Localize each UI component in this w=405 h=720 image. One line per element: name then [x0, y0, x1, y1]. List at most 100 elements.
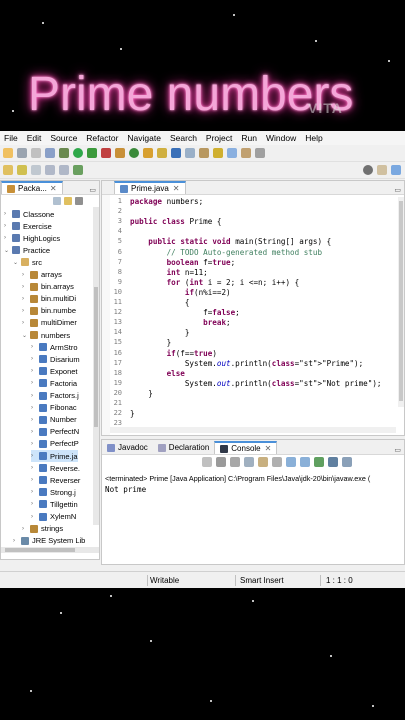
- tree-item[interactable]: › Tillgettin: [31, 498, 78, 510]
- chevron-right-icon[interactable]: ›: [31, 441, 38, 447]
- previous-annotation-icon[interactable]: [17, 165, 27, 175]
- minimize-icon[interactable]: ▭: [394, 186, 401, 194]
- chevron-right-icon[interactable]: ›: [22, 272, 29, 278]
- run-icon[interactable]: [73, 148, 83, 158]
- tree-item[interactable]: › bin.arrays: [22, 281, 74, 293]
- chevron-right-icon[interactable]: ›: [31, 514, 38, 520]
- tree-item[interactable]: ⌄ numbers: [22, 329, 70, 341]
- editor-scrollbar[interactable]: [398, 197, 404, 407]
- collapse-all-icon[interactable]: [53, 197, 61, 205]
- tab-declaration[interactable]: Declaration: [153, 441, 214, 454]
- menu-search[interactable]: Search: [170, 133, 197, 143]
- menu-help[interactable]: Help: [305, 133, 322, 143]
- tab-package-explorer[interactable]: Packa... ✕: [1, 181, 63, 194]
- chevron-right-icon[interactable]: ›: [31, 393, 38, 399]
- java-perspective-icon[interactable]: [391, 165, 401, 175]
- word-wrap-icon[interactable]: [272, 457, 282, 467]
- code-line[interactable]: }: [130, 409, 135, 418]
- chevron-right-icon[interactable]: ›: [4, 235, 11, 241]
- tree-item[interactable]: › PerfectN: [31, 426, 79, 438]
- chevron-right-icon[interactable]: ›: [31, 356, 38, 362]
- chevron-right-icon[interactable]: ›: [31, 380, 38, 386]
- toggle-icon[interactable]: [171, 148, 181, 158]
- new-class-icon[interactable]: [129, 148, 139, 158]
- chevron-right-icon[interactable]: ›: [31, 453, 38, 459]
- open-type-icon[interactable]: [143, 148, 153, 158]
- link-editor-icon[interactable]: [64, 197, 72, 205]
- close-icon[interactable]: ✕: [173, 184, 180, 193]
- new-package-icon[interactable]: [115, 148, 125, 158]
- chevron-right-icon[interactable]: ›: [31, 465, 38, 471]
- editor-scroll-thumb[interactable]: [399, 201, 403, 401]
- code-line[interactable]: }: [130, 338, 172, 347]
- annotation-icon[interactable]: [199, 148, 209, 158]
- open-perspective-icon[interactable]: [73, 165, 83, 175]
- chevron-right-icon[interactable]: ›: [22, 320, 29, 326]
- code-line[interactable]: }: [130, 389, 153, 398]
- code-line[interactable]: if(n%i==2): [130, 288, 231, 297]
- tree-item[interactable]: › bin.numbe: [22, 305, 76, 317]
- tree-item[interactable]: › PerfectP: [31, 438, 79, 450]
- new-icon[interactable]: [3, 148, 13, 158]
- tree-item[interactable]: › JRE System Lib: [13, 535, 85, 547]
- code-line[interactable]: {: [130, 298, 190, 307]
- menu-source[interactable]: Source: [50, 133, 77, 143]
- scroll-lock-icon[interactable]: [258, 457, 268, 467]
- tree-item[interactable]: › strings: [22, 523, 63, 535]
- print-icon[interactable]: [45, 148, 55, 158]
- chevron-right-icon[interactable]: ›: [31, 429, 38, 435]
- tree-item[interactable]: › Number: [31, 414, 77, 426]
- tree-item[interactable]: ⌄ src: [13, 256, 42, 268]
- clear-console-icon[interactable]: [244, 457, 254, 467]
- chevron-right-icon[interactable]: ›: [31, 344, 38, 350]
- tree-item[interactable]: › Classone: [4, 208, 54, 220]
- code-line[interactable]: break;: [130, 318, 230, 327]
- tree-item[interactable]: › Reverser: [31, 474, 80, 486]
- terminate-icon[interactable]: [202, 457, 212, 467]
- code-editor[interactable]: 1 package numbers; 2 3 public class Prime {4…: [110, 197, 396, 429]
- chevron-right-icon[interactable]: ›: [22, 296, 29, 302]
- chevron-right-icon[interactable]: ›: [4, 211, 11, 217]
- code-line[interactable]: f=false;: [130, 308, 240, 317]
- chevron-right-icon[interactable]: ›: [31, 417, 38, 423]
- chevron-right-icon[interactable]: ›: [4, 223, 11, 229]
- chevron-right-icon[interactable]: ›: [31, 368, 38, 374]
- chevron-down-icon[interactable]: ⌄: [4, 247, 11, 254]
- tree-item[interactable]: › Reverse.: [31, 462, 80, 474]
- code-line[interactable]: int n=11;: [130, 268, 208, 277]
- menu-refactor[interactable]: Refactor: [86, 133, 118, 143]
- tree-item[interactable]: › XylemN: [31, 511, 76, 523]
- perspective-icon[interactable]: [377, 165, 387, 175]
- coverage-icon[interactable]: [87, 148, 97, 158]
- tab-console[interactable]: Console ✕: [214, 441, 278, 454]
- tree-item[interactable]: › Exponet: [31, 365, 78, 377]
- display-console-icon[interactable]: [328, 457, 338, 467]
- back-icon[interactable]: [45, 165, 55, 175]
- tree-item[interactable]: › Disarium: [31, 353, 80, 365]
- close-icon[interactable]: ✕: [50, 184, 57, 193]
- chevron-down-icon[interactable]: ⌄: [22, 332, 29, 339]
- code-line[interactable]: // TODO Auto-generated method stub: [130, 248, 322, 257]
- show-stderr-icon[interactable]: [300, 457, 310, 467]
- chevron-right-icon[interactable]: ›: [31, 405, 38, 411]
- code-line[interactable]: for (int i = 2; i <=n; i++) {: [130, 278, 300, 287]
- view-menu-icon[interactable]: [75, 197, 83, 205]
- minimize-icon[interactable]: ▭: [394, 446, 401, 454]
- code-line[interactable]: if(f==true): [130, 349, 217, 358]
- explorer-scroll-thumb[interactable]: [94, 287, 98, 427]
- search-tool-icon[interactable]: [157, 148, 167, 158]
- show-stdout-icon[interactable]: [286, 457, 296, 467]
- quick-access-search-icon[interactable]: [363, 165, 373, 175]
- tree-item[interactable]: › Prime.ja: [31, 450, 78, 462]
- next-annotation-icon[interactable]: [3, 165, 13, 175]
- remove-all-icon[interactable]: [230, 457, 240, 467]
- pin-console-icon[interactable]: [314, 457, 324, 467]
- tree-item[interactable]: › Exercise: [4, 220, 52, 232]
- chevron-right-icon[interactable]: ›: [22, 284, 29, 290]
- save-all-icon[interactable]: [31, 148, 41, 158]
- tree-item[interactable]: › bin.multiDi: [22, 293, 76, 305]
- minimize-icon[interactable]: ▭: [89, 186, 96, 194]
- explorer-hscrollbar[interactable]: [1, 547, 99, 553]
- code-line[interactable]: public static void main(String[] args) {: [130, 237, 331, 246]
- explorer-scrollbar[interactable]: [93, 207, 99, 525]
